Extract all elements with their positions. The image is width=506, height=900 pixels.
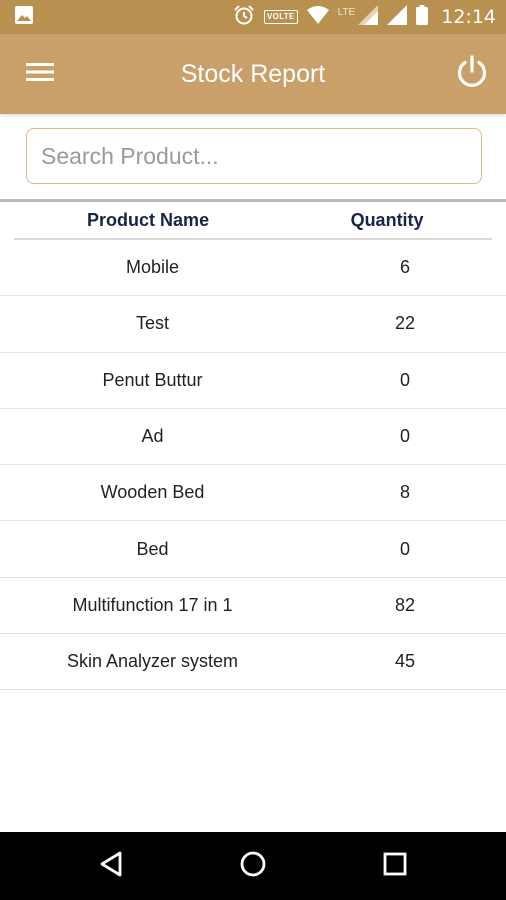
product-name: Penut Buttur [102,369,203,390]
table-row[interactable]: Mobile 6 [0,240,506,297]
wifi-icon [306,5,329,29]
recents-icon [382,851,408,882]
product-quantity: 6 [399,257,410,278]
alarm-icon [233,4,255,31]
home-button[interactable] [228,841,278,891]
lte-label: LTE [337,6,356,18]
table-row[interactable]: Multifunction 17 in 1 82 [0,578,506,635]
product-quantity: 45 [394,651,416,672]
table-header: Product Name Quantity [14,202,492,240]
product-name: Mobile [125,257,180,278]
signal-icon [387,4,408,30]
app-bar: Stock Report [0,34,506,114]
navigation-bar [0,832,506,900]
product-quantity: 0 [399,426,410,447]
search-container [26,128,482,184]
product-quantity: 82 [394,594,416,615]
back-icon [98,850,124,883]
product-quantity: 22 [394,313,416,334]
image-icon [14,5,34,30]
header-quantity: Quantity [350,209,424,230]
menu-icon [26,61,54,88]
product-name: Bed [136,538,169,559]
battery-icon [416,4,429,30]
recents-button[interactable] [370,841,420,891]
product-name: Test [135,313,169,334]
product-quantity: 8 [399,482,410,503]
product-name: Wooden Bed [100,482,205,503]
status-right: VOLTE LTE 12:14 [233,4,496,31]
stock-table: Product Name Quantity Mobile 6 Test 22 P… [0,202,506,691]
product-name: Multifunction 17 in 1 [72,594,233,615]
home-icon [239,850,267,883]
logout-button[interactable] [452,54,492,94]
page-title: Stock Report [180,59,326,88]
search-input[interactable] [26,128,482,184]
power-icon [454,54,490,95]
signal-icon [358,4,379,30]
product-name: Skin Analyzer system [66,651,239,672]
menu-button[interactable] [22,58,58,90]
table-row[interactable]: Wooden Bed 8 [0,465,506,522]
table-row[interactable]: Bed 0 [0,521,506,578]
table-row[interactable]: Penut Buttur 0 [0,353,506,409]
volte-badge: VOLTE [264,10,298,24]
header-product-name: Product Name [87,209,210,230]
table-row[interactable]: Skin Analyzer system 45 [0,634,506,691]
table-row[interactable]: Ad 0 [0,409,506,466]
product-quantity: 0 [399,369,410,390]
status-left [14,5,34,30]
status-time: 12:14 [441,6,496,28]
product-name: Ad [141,426,164,447]
table-row[interactable]: Test 22 [0,296,506,353]
back-button[interactable] [86,841,136,891]
product-quantity: 0 [399,538,410,559]
status-bar: VOLTE LTE 12:14 [0,0,506,34]
